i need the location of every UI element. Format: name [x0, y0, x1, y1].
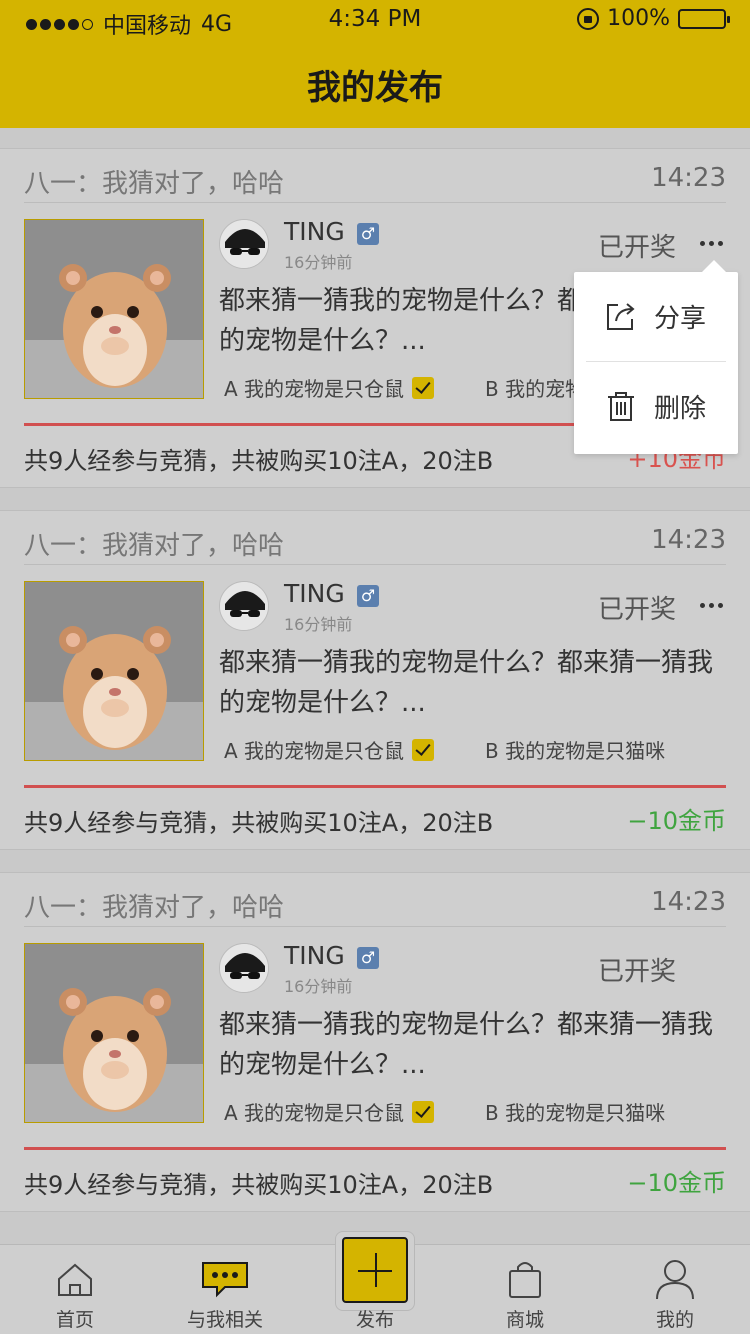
- option-a: A 我的宠物是只仓鼠: [224, 373, 435, 402]
- posted-ago: 16分钟前: [284, 977, 353, 996]
- tab-mall-label: 商城: [505, 1309, 544, 1331]
- post-time: 14:23: [651, 525, 726, 555]
- guess-comment: 八一：我猜对了，哈哈: [24, 169, 285, 199]
- more-options-icon[interactable]: [700, 599, 728, 611]
- page-header: 我的发布: [0, 40, 750, 128]
- delete-label: 删除: [654, 393, 707, 424]
- tab-bar: 首页 与我相关 发布 商城 我的: [0, 1231, 750, 1334]
- plus-icon[interactable]: [342, 1237, 408, 1303]
- post-card[interactable]: 八一：我猜对了，哈哈 14:23 TING ♂ 16分钟前 已开奖 都来猜一猜我…: [0, 510, 750, 850]
- male-icon: ♂: [357, 223, 379, 245]
- tab-publish-label: 发布: [355, 1309, 394, 1331]
- tab-related[interactable]: 与我相关: [150, 1245, 300, 1334]
- status-right: 100%: [577, 6, 730, 31]
- lottery-status: 已开奖: [598, 957, 677, 987]
- user-avatar[interactable]: [219, 581, 269, 631]
- guess-question: 都来猜一猜我的宠物是什么？都来猜一猜我的宠物是什么？...: [219, 648, 714, 718]
- shopping-bag-icon: [509, 1262, 541, 1298]
- tab-home[interactable]: 首页: [0, 1245, 150, 1334]
- post-time: 14:23: [651, 163, 726, 193]
- checked-icon: [412, 738, 435, 761]
- checked-icon: [412, 376, 435, 399]
- participation-summary: 共9人经参与竞猜，共被购买10注A，20注B: [24, 447, 494, 475]
- share-menu-item[interactable]: 分享: [574, 272, 738, 360]
- pet-image[interactable]: [24, 943, 204, 1123]
- participation-summary: 共9人经参与竞猜，共被购买10注A，20注B: [24, 1171, 494, 1199]
- coin-change: −10金币: [627, 1169, 726, 1197]
- page-title: 我的发布: [307, 67, 443, 108]
- male-icon: ♂: [357, 585, 379, 607]
- lottery-status: 已开奖: [598, 233, 677, 263]
- user-icon: [656, 1260, 694, 1300]
- card-divider: [24, 785, 726, 788]
- lottery-status: 已开奖: [598, 595, 677, 625]
- pet-image[interactable]: [24, 219, 204, 399]
- guess-comment: 八一：我猜对了，哈哈: [24, 893, 285, 923]
- male-icon: ♂: [357, 947, 379, 969]
- rotation-lock-icon: [577, 7, 600, 30]
- option-a-label: A 我的宠物是只仓鼠: [224, 739, 405, 763]
- more-options-menu: 分享 删除: [574, 260, 738, 454]
- username[interactable]: TING: [284, 579, 345, 608]
- post-card[interactable]: 八一：我猜对了，哈哈 14:23 TING ♂ 16分钟前 已开奖 都来猜一猜我…: [0, 872, 750, 1212]
- delete-menu-item[interactable]: 删除: [574, 362, 738, 450]
- share-icon: [607, 303, 635, 330]
- pet-image[interactable]: [24, 581, 204, 761]
- tab-mine-label: 我的: [655, 1309, 694, 1331]
- share-label: 分享: [654, 303, 707, 334]
- checked-icon: [412, 1100, 435, 1123]
- home-icon: [58, 1263, 92, 1296]
- posted-ago: 16分钟前: [284, 615, 353, 634]
- option-a-label: A 我的宠物是只仓鼠: [224, 377, 405, 401]
- tab-mall[interactable]: 商城: [450, 1245, 600, 1334]
- status-bar: 中国移动 4G 4:34 PM 100%: [0, 0, 750, 40]
- username[interactable]: TING: [284, 941, 345, 970]
- tab-mine[interactable]: 我的: [600, 1245, 750, 1334]
- chat-bubble-icon: [202, 1262, 248, 1298]
- battery-icon: [678, 8, 730, 29]
- user-avatar[interactable]: [219, 219, 269, 269]
- posted-ago: 16分钟前: [284, 253, 353, 272]
- guess-question: 都来猜一猜我的宠物是什么？都来猜一猜我的宠物是什么？...: [219, 1010, 714, 1080]
- card-header: 八一：我猜对了，哈哈 14:23: [24, 149, 726, 203]
- card-header: 八一：我猜对了，哈哈 14:23: [24, 873, 726, 927]
- option-a-label: A 我的宠物是只仓鼠: [224, 1101, 405, 1125]
- option-a: A 我的宠物是只仓鼠: [224, 1097, 435, 1126]
- post-time: 14:23: [651, 887, 726, 917]
- option-b: B 我的宠物是只猫咪: [485, 1101, 666, 1125]
- battery-percent: 100%: [607, 6, 670, 31]
- participation-summary: 共9人经参与竞猜，共被购买10注A，20注B: [24, 809, 494, 837]
- tab-publish[interactable]: 发布: [300, 1231, 450, 1334]
- tab-related-label: 与我相关: [186, 1309, 263, 1331]
- option-b: B 我的宠物是只猫咪: [485, 739, 666, 763]
- tab-home-label: 首页: [55, 1309, 94, 1331]
- username[interactable]: TING: [284, 217, 345, 246]
- option-a: A 我的宠物是只仓鼠: [224, 735, 435, 764]
- guess-comment: 八一：我猜对了，哈哈: [24, 531, 285, 561]
- coin-change: −10金币: [627, 807, 726, 835]
- user-avatar[interactable]: [219, 943, 269, 993]
- card-divider: [24, 1147, 726, 1150]
- card-header: 八一：我猜对了，哈哈 14:23: [24, 511, 726, 565]
- trash-icon: [608, 392, 634, 421]
- more-options-icon[interactable]: [700, 237, 728, 249]
